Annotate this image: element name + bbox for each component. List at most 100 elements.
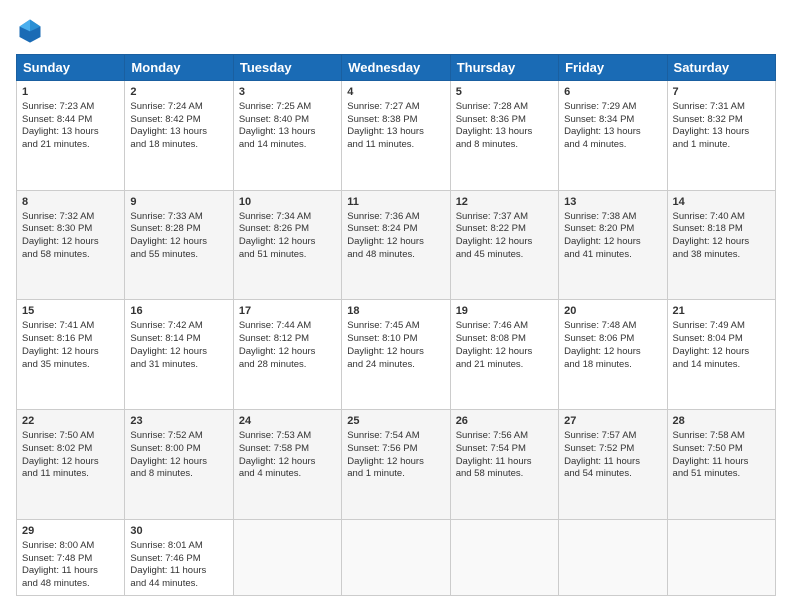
day-info: Daylight: 13 hours: [239, 126, 336, 139]
day-info: and 24 minutes.: [347, 359, 444, 372]
day-info: Sunset: 8:16 PM: [22, 333, 119, 346]
day-info: Sunrise: 7:36 AM: [347, 211, 444, 224]
day-info: Sunset: 8:20 PM: [564, 223, 661, 236]
day-info: Daylight: 12 hours: [130, 456, 227, 469]
calendar-cell: 8Sunrise: 7:32 AMSunset: 8:30 PMDaylight…: [17, 190, 125, 300]
day-info: Daylight: 11 hours: [22, 565, 119, 578]
calendar-week-row: 22Sunrise: 7:50 AMSunset: 8:02 PMDayligh…: [17, 410, 776, 520]
day-number: 14: [673, 195, 770, 210]
header: [16, 16, 776, 44]
day-info: Daylight: 12 hours: [456, 346, 553, 359]
day-info: Sunrise: 8:00 AM: [22, 540, 119, 553]
day-info: and 28 minutes.: [239, 359, 336, 372]
calendar-week-row: 29Sunrise: 8:00 AMSunset: 7:48 PMDayligh…: [17, 519, 776, 595]
day-number: 22: [22, 414, 119, 429]
day-number: 28: [673, 414, 770, 429]
day-number: 11: [347, 195, 444, 210]
calendar-week-row: 15Sunrise: 7:41 AMSunset: 8:16 PMDayligh…: [17, 300, 776, 410]
page: SundayMondayTuesdayWednesdayThursdayFrid…: [0, 0, 792, 612]
calendar-cell: 1Sunrise: 7:23 AMSunset: 8:44 PMDaylight…: [17, 81, 125, 191]
day-info: and 55 minutes.: [130, 249, 227, 262]
day-info: Sunset: 8:42 PM: [130, 114, 227, 127]
day-info: Sunrise: 7:24 AM: [130, 101, 227, 114]
calendar-header-row: SundayMondayTuesdayWednesdayThursdayFrid…: [17, 55, 776, 81]
day-info: and 58 minutes.: [22, 249, 119, 262]
day-info: Sunrise: 8:01 AM: [130, 540, 227, 553]
logo: [16, 16, 48, 44]
day-number: 8: [22, 195, 119, 210]
calendar-cell: [342, 519, 450, 595]
day-header: Sunday: [17, 55, 125, 81]
calendar-cell: 2Sunrise: 7:24 AMSunset: 8:42 PMDaylight…: [125, 81, 233, 191]
day-info: Sunrise: 7:44 AM: [239, 320, 336, 333]
day-info: Sunrise: 7:42 AM: [130, 320, 227, 333]
calendar-cell: 26Sunrise: 7:56 AMSunset: 7:54 PMDayligh…: [450, 410, 558, 520]
day-info: Daylight: 12 hours: [456, 236, 553, 249]
calendar-cell: 14Sunrise: 7:40 AMSunset: 8:18 PMDayligh…: [667, 190, 775, 300]
day-number: 16: [130, 304, 227, 319]
day-info: Sunset: 8:36 PM: [456, 114, 553, 127]
day-number: 1: [22, 85, 119, 100]
day-info: Sunrise: 7:53 AM: [239, 430, 336, 443]
day-info: Daylight: 12 hours: [564, 236, 661, 249]
calendar-cell: [450, 519, 558, 595]
calendar-cell: 9Sunrise: 7:33 AMSunset: 8:28 PMDaylight…: [125, 190, 233, 300]
day-info: Sunset: 7:56 PM: [347, 443, 444, 456]
day-info: Sunrise: 7:56 AM: [456, 430, 553, 443]
day-info: Sunset: 7:48 PM: [22, 553, 119, 566]
day-info: Sunset: 7:46 PM: [130, 553, 227, 566]
day-info: Sunrise: 7:31 AM: [673, 101, 770, 114]
calendar-cell: 6Sunrise: 7:29 AMSunset: 8:34 PMDaylight…: [559, 81, 667, 191]
day-info: Daylight: 11 hours: [456, 456, 553, 469]
day-info: Sunrise: 7:49 AM: [673, 320, 770, 333]
day-info: Daylight: 12 hours: [239, 456, 336, 469]
calendar-cell: 12Sunrise: 7:37 AMSunset: 8:22 PMDayligh…: [450, 190, 558, 300]
day-info: and 38 minutes.: [673, 249, 770, 262]
day-info: Sunset: 8:44 PM: [22, 114, 119, 127]
day-info: and 35 minutes.: [22, 359, 119, 372]
day-info: Sunrise: 7:38 AM: [564, 211, 661, 224]
day-number: 18: [347, 304, 444, 319]
day-info: Daylight: 11 hours: [130, 565, 227, 578]
day-info: Sunset: 8:02 PM: [22, 443, 119, 456]
day-number: 21: [673, 304, 770, 319]
day-info: Sunrise: 7:34 AM: [239, 211, 336, 224]
calendar-cell: 29Sunrise: 8:00 AMSunset: 7:48 PMDayligh…: [17, 519, 125, 595]
calendar-cell: 16Sunrise: 7:42 AMSunset: 8:14 PMDayligh…: [125, 300, 233, 410]
day-info: Daylight: 12 hours: [673, 236, 770, 249]
day-info: and 21 minutes.: [22, 139, 119, 152]
day-info: Daylight: 13 hours: [564, 126, 661, 139]
day-info: and 41 minutes.: [564, 249, 661, 262]
day-info: Sunset: 8:34 PM: [564, 114, 661, 127]
day-header: Saturday: [667, 55, 775, 81]
day-number: 9: [130, 195, 227, 210]
day-info: and 51 minutes.: [673, 468, 770, 481]
calendar-cell: 5Sunrise: 7:28 AMSunset: 8:36 PMDaylight…: [450, 81, 558, 191]
day-info: and 18 minutes.: [564, 359, 661, 372]
day-info: Sunrise: 7:41 AM: [22, 320, 119, 333]
day-info: and 45 minutes.: [456, 249, 553, 262]
calendar-cell: 25Sunrise: 7:54 AMSunset: 7:56 PMDayligh…: [342, 410, 450, 520]
day-info: and 58 minutes.: [456, 468, 553, 481]
day-info: Daylight: 13 hours: [456, 126, 553, 139]
day-info: and 1 minute.: [347, 468, 444, 481]
day-info: and 31 minutes.: [130, 359, 227, 372]
day-info: Sunrise: 7:48 AM: [564, 320, 661, 333]
day-number: 17: [239, 304, 336, 319]
day-info: and 48 minutes.: [22, 578, 119, 591]
logo-icon: [16, 16, 44, 44]
day-info: Daylight: 13 hours: [347, 126, 444, 139]
day-header: Friday: [559, 55, 667, 81]
day-number: 5: [456, 85, 553, 100]
day-info: Sunrise: 7:25 AM: [239, 101, 336, 114]
day-info: Sunrise: 7:40 AM: [673, 211, 770, 224]
day-info: Sunrise: 7:57 AM: [564, 430, 661, 443]
calendar-cell: 24Sunrise: 7:53 AMSunset: 7:58 PMDayligh…: [233, 410, 341, 520]
day-info: and 14 minutes.: [673, 359, 770, 372]
day-info: and 1 minute.: [673, 139, 770, 152]
calendar-cell: 3Sunrise: 7:25 AMSunset: 8:40 PMDaylight…: [233, 81, 341, 191]
day-info: and 14 minutes.: [239, 139, 336, 152]
day-info: Sunrise: 7:27 AM: [347, 101, 444, 114]
day-info: Sunset: 8:06 PM: [564, 333, 661, 346]
day-info: Daylight: 11 hours: [564, 456, 661, 469]
